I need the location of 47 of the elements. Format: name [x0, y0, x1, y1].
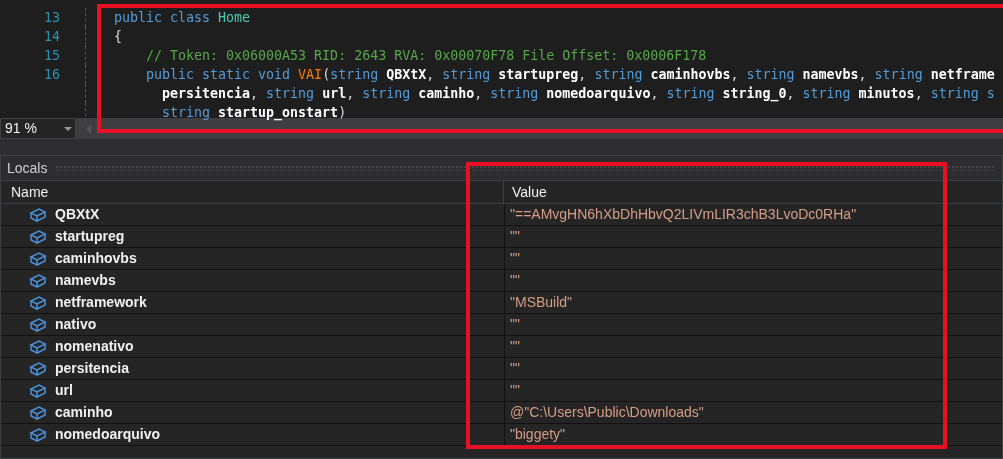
- variable-value: "MSBuild": [509, 293, 573, 312]
- variable-value: "==AMvgHN6hXbDhHbvQ2LIVmLIR3chB3LvoDc0RHa": [509, 205, 857, 224]
- variable-name: nomedoarquivo: [55, 425, 160, 444]
- variable-value: "": [509, 227, 520, 246]
- zoom-dropdown[interactable]: 91 %: [0, 118, 76, 139]
- variable-value: "": [509, 381, 520, 400]
- cube-icon: [29, 426, 47, 443]
- cube-icon: [29, 316, 47, 333]
- variable-value: @"C:\Users\Public\Downloads": [509, 403, 704, 422]
- variable-name: caminho: [55, 403, 113, 422]
- code-line: string startup_onstart): [162, 104, 347, 120]
- line-number: 13: [44, 9, 60, 25]
- variable-name: caminhovbs: [55, 249, 137, 268]
- panel-title: Locals: [7, 158, 48, 178]
- cube-icon: [29, 294, 47, 311]
- variable-name: nativo: [55, 315, 97, 334]
- cube-icon: [29, 360, 47, 377]
- code-line: public class Home: [114, 9, 251, 25]
- cube-icon: [29, 338, 47, 355]
- cube-icon: [29, 228, 47, 245]
- variable-value: "biggety": [509, 425, 566, 444]
- variable-value: "": [509, 359, 520, 378]
- variable-name: persitencia: [55, 359, 129, 378]
- code-line: persitencia, string url, string caminho, string nomedoarquivo, string string_0, string minutos, string s: [162, 85, 995, 101]
- column-header[interactable]: Name: [1, 181, 503, 203]
- variable-value: "": [509, 315, 520, 334]
- variable-name: QBXtX: [55, 205, 100, 224]
- variable-value: "": [509, 337, 520, 356]
- variable-name: netframework: [55, 293, 147, 312]
- line-number: 15: [44, 47, 60, 63]
- column-header[interactable]: Value: [503, 181, 1002, 203]
- cube-icon: [29, 382, 47, 399]
- cube-icon: [29, 206, 47, 223]
- code-line: // Token: 0x06000A53 RID: 2643 RVA: 0x00070F78 File Offset: 0x0006F178: [146, 47, 707, 63]
- variable-value: "": [509, 249, 520, 268]
- variable-name: startupreg: [55, 227, 125, 246]
- variable-name: url: [55, 381, 73, 400]
- line-number: 16: [44, 66, 60, 82]
- variable-value: "": [509, 271, 520, 290]
- cube-icon: [29, 250, 47, 267]
- cube-icon: [29, 404, 47, 421]
- variable-name: nomenativo: [55, 337, 134, 356]
- line-number: 14: [44, 28, 60, 44]
- code-line: {: [114, 28, 122, 44]
- code-line: public static void VAI(string QBXtX, string startupreg, string caminhovbs, string namevbs, string netframe: [146, 66, 995, 82]
- variable-name: namevbs: [55, 271, 116, 290]
- cube-icon: [29, 272, 47, 289]
